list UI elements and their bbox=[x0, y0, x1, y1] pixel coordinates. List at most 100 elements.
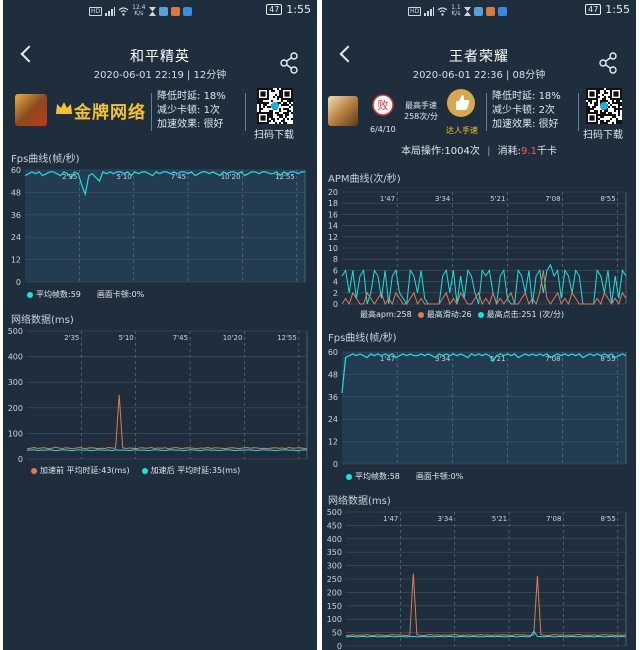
legend-text: 最高点击:251 (次/分) bbox=[486, 310, 565, 319]
y-tick-label: 0 bbox=[333, 300, 338, 308]
stat-label: 降低时延: bbox=[492, 91, 536, 102]
top-speed-label: 最高手速 bbox=[404, 101, 437, 110]
left-panel: HD 12.4 K/s 47 1:55 和平精英 2020-06-01 22:19… bbox=[3, 0, 317, 650]
signal-icon bbox=[424, 6, 435, 16]
y-tick-label: 400 bbox=[8, 353, 23, 362]
hero-avatar-icon bbox=[328, 96, 358, 126]
y-tick-label: 12 bbox=[328, 438, 338, 447]
fps-section-title: Fps曲线(帧/秒) bbox=[11, 154, 80, 165]
y-tick-label: 18 bbox=[328, 199, 338, 208]
x-tick-label: 7'45 bbox=[173, 334, 188, 342]
hd-icon: HD bbox=[408, 6, 422, 16]
series-line-2 bbox=[345, 630, 627, 638]
qr-pattern bbox=[586, 88, 622, 124]
x-tick-label: 1'47 bbox=[383, 515, 398, 523]
y-tick-label: 36 bbox=[11, 211, 21, 220]
svg-text:败: 败 bbox=[378, 98, 389, 112]
y-tick-label: 100 bbox=[327, 615, 342, 624]
apm-chart: 0 2 4 6 8 10 12 14 16 18 20 1'47 3'34 5'21 7'08 8'55 bbox=[328, 188, 627, 308]
legend-dot bbox=[141, 467, 148, 474]
x-tick-label: 7'08 bbox=[546, 515, 561, 523]
calories-label: 消耗: bbox=[497, 146, 522, 157]
summary-card: 败 6/4/10 最高手速 258次/分 达人手速 降低时延: 18% 减少卡顿… bbox=[322, 88, 636, 141]
y-tick-label: 24 bbox=[328, 415, 338, 424]
y-tick-label: 2 bbox=[333, 289, 338, 298]
fps-legend: 平均帧数:58 画面卡顿:0% bbox=[346, 471, 463, 482]
qr-code[interactable] bbox=[586, 88, 622, 124]
qr-code[interactable] bbox=[257, 88, 293, 124]
y-tick-label: 0 bbox=[337, 642, 342, 650]
series-line-1 bbox=[345, 573, 627, 637]
legend-dot bbox=[417, 311, 424, 318]
divider bbox=[578, 93, 579, 131]
gold-network-badge: 金牌网络 bbox=[74, 103, 146, 123]
x-tick-label: 5'21 bbox=[490, 355, 505, 363]
legend-max-slide: 最高滑动:26 bbox=[417, 309, 472, 320]
stat-value: 2次 bbox=[538, 105, 555, 116]
x-tick-label: 8'55 bbox=[601, 515, 616, 523]
wifi-icon bbox=[437, 6, 448, 16]
qr-finder-center bbox=[260, 115, 266, 121]
summary-card: 金牌网络 降低时延: 18% 减少卡顿: 1次 加速效果: 很好 扫码下载 bbox=[3, 88, 317, 141]
right-panel: HD 1.1 K/s 47 1:55 王者荣耀 2020-06-01 22:36 … bbox=[322, 0, 636, 650]
pubg-mobile-game-icon bbox=[15, 94, 47, 126]
network-section-title: 网络数据(ms) bbox=[328, 496, 391, 507]
speed-unit: K/s bbox=[134, 10, 144, 17]
status-bar: HD 12.4 K/s 47 1:55 bbox=[3, 0, 317, 20]
status-bar: HD 1.1 K/s 47 1:55 bbox=[322, 0, 636, 20]
y-tick-label: 12 bbox=[11, 256, 21, 265]
y-tick-label: 0 bbox=[333, 460, 338, 468]
battery-icon: 47 bbox=[266, 4, 283, 15]
legend-max-click: 最高点击:251 (次/分) bbox=[477, 309, 565, 320]
x-tick-label: 7'08 bbox=[545, 195, 560, 203]
y-tick-label: 400 bbox=[327, 535, 342, 544]
legend-avg-fps: 平均帧数:59 bbox=[27, 289, 81, 300]
series-line-1 bbox=[26, 394, 308, 450]
y-tick-label: 20 bbox=[328, 188, 338, 197]
stat-effect: 加速效果: 很好 bbox=[157, 118, 226, 132]
network-chart: 0 50 100 150 200 250 300 350 400 450 500 1'47 3'34 5'… bbox=[327, 508, 627, 650]
y-tick-label: 12 bbox=[328, 233, 338, 242]
game-notification-icon bbox=[170, 6, 180, 16]
app-notification-icon bbox=[473, 6, 483, 16]
y-tick-label: 0 bbox=[16, 278, 21, 286]
x-tick-label: 5'10 bbox=[118, 334, 133, 342]
stat-value: 18% bbox=[538, 91, 561, 102]
plot-area bbox=[342, 352, 626, 464]
y-tick-label: 300 bbox=[8, 378, 23, 387]
y-tick-label: 150 bbox=[327, 602, 342, 611]
y-tick-label: 200 bbox=[327, 588, 342, 597]
share-icon[interactable] bbox=[598, 52, 618, 74]
x-tick-label: 3'34 bbox=[437, 515, 453, 523]
y-tick-label: 200 bbox=[8, 404, 23, 413]
accelerator-notification-icon bbox=[182, 6, 192, 16]
share-icon[interactable] bbox=[279, 52, 299, 74]
stat-value: 18% bbox=[203, 91, 226, 102]
stat-label: 减少卡顿: bbox=[157, 105, 201, 116]
series-line-2 bbox=[26, 449, 308, 452]
stat-label: 加速效果: bbox=[157, 119, 201, 130]
legend-text: 最高滑动:26 bbox=[426, 310, 472, 319]
legend-text: 最高apm:258 bbox=[360, 310, 412, 319]
scan-download-label: 扫码下载 bbox=[254, 130, 294, 141]
qr-finder-center bbox=[613, 91, 619, 97]
y-tick-label: 8 bbox=[333, 255, 338, 264]
network-legend: 加速前 平均时延:43(ms) 加速后 平均时延:35(ms) bbox=[31, 465, 240, 476]
x-tick-label: 8'55 bbox=[600, 195, 615, 203]
plot-area bbox=[25, 170, 305, 282]
network-section-title: 网络数据(ms) bbox=[11, 315, 74, 326]
qr-logo-icon bbox=[271, 102, 279, 110]
stat-label: 降低时延: bbox=[157, 91, 201, 102]
x-tick-label: 3'34 bbox=[435, 195, 451, 203]
y-tick-label: 36 bbox=[328, 393, 338, 402]
y-tick-label: 60 bbox=[328, 348, 338, 357]
legend-dot bbox=[346, 473, 352, 480]
legend-text: 加速前 平均时延:43(ms) bbox=[40, 466, 130, 475]
x-tick-label: 5'21 bbox=[490, 195, 505, 203]
stat-value: 很好 bbox=[538, 119, 559, 130]
speed-unit: K/s bbox=[451, 10, 461, 17]
legend-dot bbox=[477, 311, 484, 318]
session-subtitle: 2020-06-01 22:19 | 12分钟 bbox=[93, 70, 227, 81]
top-speed: 最高手速 258次/分 bbox=[404, 100, 438, 122]
qr-finder-center bbox=[589, 115, 595, 121]
